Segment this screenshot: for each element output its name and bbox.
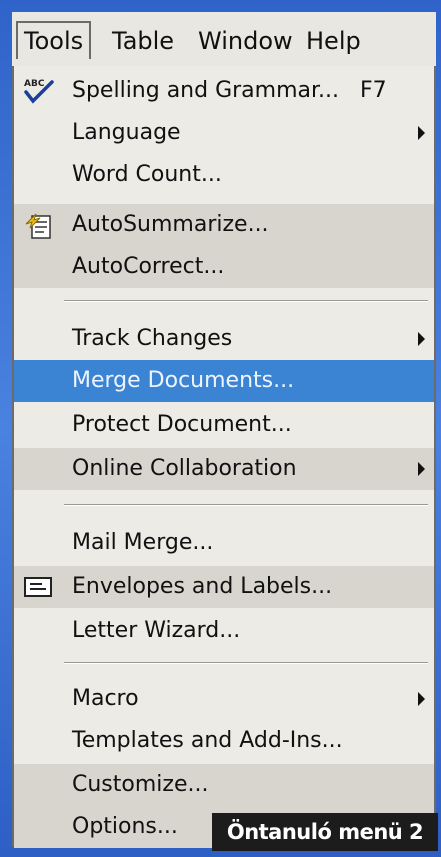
menu-item-track-changes[interactable]: Track Changes (14, 318, 434, 360)
menu-item-spelling-and-grammar[interactable]: ABC Spelling and Grammar... F7 (14, 70, 434, 112)
menu-separator (64, 662, 428, 664)
spelling-check-icon: ABC (22, 76, 56, 106)
menu-item-protect-document[interactable]: Protect Document... (14, 404, 434, 446)
menu-item-autosummarize[interactable]: AutoSummarize... (14, 204, 434, 246)
menu-item-language[interactable]: Language (14, 112, 434, 154)
menu-item-label: Customize... (72, 772, 209, 797)
menu-tools[interactable]: Tools (16, 21, 92, 59)
menu-table[interactable]: Table (112, 23, 174, 59)
menu-separator (64, 300, 428, 302)
menu-item-label: Macro (72, 686, 139, 711)
menu-item-label: Online Collaboration (72, 456, 297, 481)
submenu-arrow-icon (418, 692, 425, 706)
menu-item-label: Track Changes (72, 326, 233, 351)
menu-item-merge-documents[interactable]: Merge Documents... (14, 360, 434, 402)
menu-item-label: Templates and Add-Ins... (72, 728, 343, 753)
menu-help[interactable]: Help (306, 23, 361, 59)
menu-item-label: Mail Merge... (72, 530, 214, 555)
menu-bar: Tools Table Window Help (12, 12, 436, 69)
submenu-arrow-icon (418, 126, 425, 140)
menu-item-label: Protect Document... (72, 412, 292, 437)
menu-window[interactable]: Window (198, 23, 293, 59)
menu-item-label: Letter Wizard... (72, 618, 241, 643)
menu-item-online-collaboration[interactable]: Online Collaboration (14, 448, 434, 490)
menu-item-autocorrect[interactable]: AutoCorrect... (14, 246, 434, 288)
menu-item-word-count[interactable]: Word Count... (14, 154, 434, 196)
caption-badge: Öntanuló menü 2 (212, 813, 438, 851)
menu-item-templates-and-add-ins[interactable]: Templates and Add-Ins... (14, 720, 434, 762)
menu-item-letter-wizard[interactable]: Letter Wizard... (14, 610, 434, 652)
autosummarize-icon (22, 210, 56, 240)
submenu-arrow-icon (418, 332, 425, 346)
menu-item-customize[interactable]: Customize... (14, 764, 434, 806)
menu-separator (64, 504, 428, 506)
menu-item-label: Spelling and Grammar... (72, 78, 340, 103)
menu-item-macro[interactable]: Macro (14, 678, 434, 720)
menu-item-label: Options... (72, 814, 178, 839)
envelope-icon (22, 572, 56, 602)
menu-item-label: Merge Documents... (72, 368, 295, 393)
svg-text:ABC: ABC (24, 79, 45, 89)
menu-item-label: AutoSummarize... (72, 212, 269, 237)
menu-item-label: AutoCorrect... (72, 254, 225, 279)
shortcut-label: F7 (360, 78, 387, 103)
menu-item-mail-merge[interactable]: Mail Merge... (14, 522, 434, 564)
submenu-arrow-icon (418, 462, 425, 476)
menu-item-envelopes-and-labels[interactable]: Envelopes and Labels... (14, 566, 434, 608)
menu-item-label: Language (72, 120, 181, 145)
menu-item-label: Word Count... (72, 162, 222, 187)
tools-dropdown-menu: ABC Spelling and Grammar... F7 Language … (12, 66, 436, 848)
menu-item-label: Envelopes and Labels... (72, 574, 333, 599)
